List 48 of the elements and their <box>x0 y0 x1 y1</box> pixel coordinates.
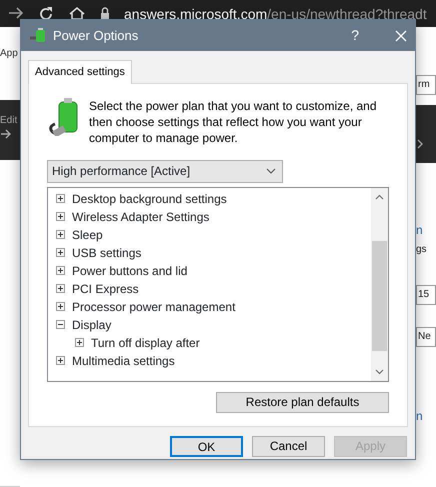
expand-icon[interactable] <box>56 266 65 275</box>
dialog-button[interactable]: OK <box>170 436 243 456</box>
tree-item[interactable]: Wireless Adapter Settings <box>72 208 210 226</box>
input-field[interactable]: rm <box>416 75 436 95</box>
home-icon[interactable] <box>68 6 86 20</box>
label-text: gs <box>416 243 428 257</box>
expand-icon[interactable] <box>75 338 84 347</box>
menu-text: Edit <box>0 115 18 126</box>
tab[interactable]: Advanced settings <box>28 60 132 84</box>
tree-item[interactable]: Power buttons and lid <box>72 262 188 280</box>
forward-icon[interactable] <box>0 128 12 140</box>
expand-icon[interactable] <box>56 284 65 293</box>
tree-item[interactable]: Desktop background settings <box>72 190 227 208</box>
expand-icon[interactable] <box>56 302 65 311</box>
chevron-right-icon[interactable] <box>416 139 424 149</box>
help-button[interactable]: ? <box>351 25 359 46</box>
scrollbar[interactable] <box>371 188 388 380</box>
tree-item[interactable]: Turn off display after <box>91 334 200 352</box>
reload-icon[interactable] <box>38 6 54 22</box>
lock-icon <box>100 6 110 20</box>
dialog-button[interactable]: Cancel <box>252 436 325 456</box>
tree-item[interactable]: Multimedia settings <box>72 352 175 370</box>
tree-item[interactable]: Display <box>72 316 112 334</box>
input-field[interactable]: 15 <box>416 285 436 305</box>
plan-dropdown[interactable]: High performance [Active] <box>47 160 283 182</box>
tree-item[interactable]: Processor power management <box>72 298 236 316</box>
expand-icon[interactable] <box>56 194 65 203</box>
menu-text: App <box>0 48 18 59</box>
collapse-icon[interactable] <box>56 320 65 329</box>
window-title: Power Options <box>53 26 138 45</box>
expand-icon[interactable] <box>56 230 65 239</box>
tree-item[interactable]: Sleep <box>72 226 103 244</box>
expand-icon[interactable] <box>56 248 65 257</box>
forward-icon[interactable] <box>8 6 24 20</box>
tree-item[interactable]: USB settings <box>72 244 142 262</box>
close-icon[interactable] <box>395 30 407 42</box>
link-text[interactable]: n <box>416 409 436 423</box>
expand-icon[interactable] <box>56 212 65 221</box>
tree-item[interactable]: PCI Express <box>72 280 139 298</box>
scroll-up-icon[interactable] <box>375 194 384 200</box>
expand-icon[interactable] <box>56 356 65 365</box>
chevron-down-icon <box>266 168 276 174</box>
restore-defaults-button[interactable]: Restore plan defaults <box>216 392 389 412</box>
power-plug-icon <box>29 28 47 44</box>
description-text: Select the power plan that you want to customize, and then choose settings that reflect how you want your computer to manage power. <box>89 98 378 146</box>
scroll-down-icon[interactable] <box>375 368 384 374</box>
input-field[interactable]: Ne <box>416 327 436 347</box>
link-text[interactable]: n <box>416 223 436 237</box>
